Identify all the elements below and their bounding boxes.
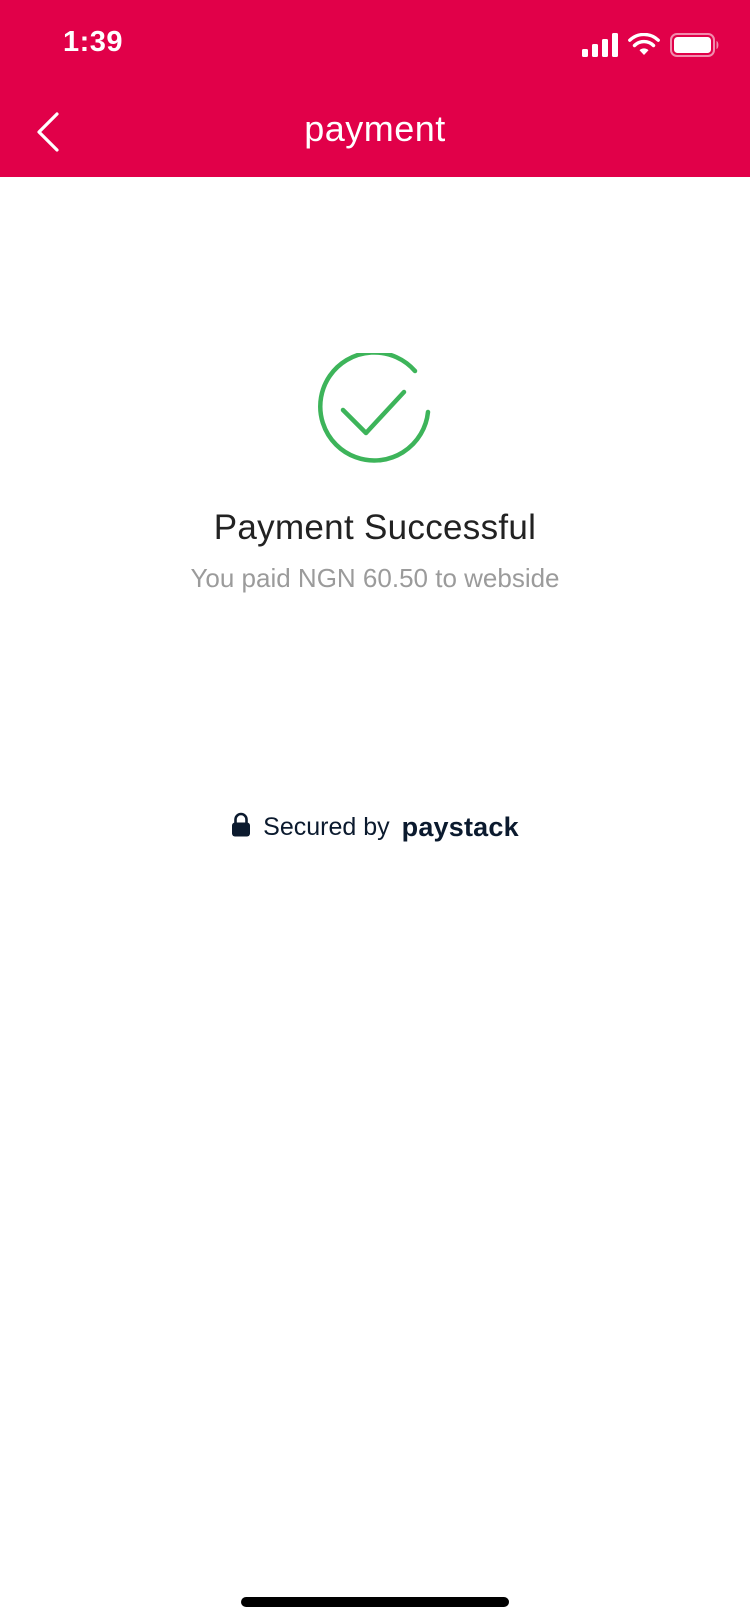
secured-by-badge: Secured by paystack (0, 812, 750, 843)
check-circle-icon (316, 350, 434, 471)
payment-summary: You paid NGN 60.50 to webside (190, 563, 560, 593)
paystack-logo: paystack (401, 812, 519, 842)
status-time: 1:39 (63, 26, 124, 58)
page-title: payment (304, 108, 446, 149)
success-title: Payment Successful (213, 508, 537, 547)
cellular-signal-icon (582, 33, 618, 57)
status-icons (582, 32, 720, 58)
wifi-icon (628, 33, 660, 57)
lock-icon (231, 812, 251, 843)
home-indicator (241, 1597, 509, 1607)
secured-label: Secured by (263, 813, 390, 841)
battery-icon (670, 33, 720, 57)
payment-screen: 1:39 payment Payment Successful You paid… (0, 0, 750, 1624)
app-header: 1:39 payment (0, 0, 750, 177)
